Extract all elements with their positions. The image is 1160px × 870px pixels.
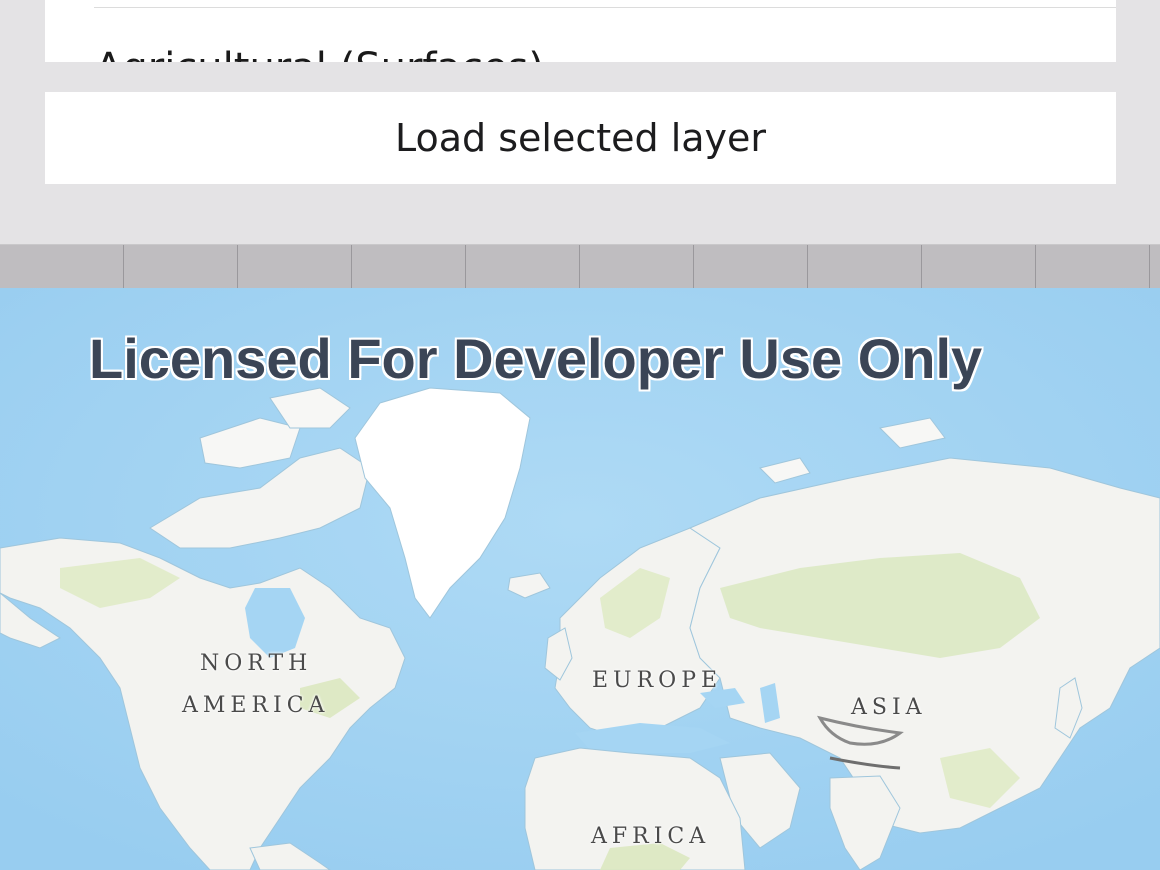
label-north-america-line2: AMERICA [182,693,330,718]
label-asia: ASIA [851,695,927,720]
toolbar-divider [0,244,1160,289]
load-selected-layer-button[interactable]: Load selected layer [45,92,1116,184]
layer-list-item[interactable]: Agricultural (Surfaces) [95,44,544,62]
layer-selection-panel: Agricultural (Surfaces) Load selected la… [0,0,1160,244]
label-africa: AFRICA [591,824,711,849]
developer-license-watermark: Licensed For Developer Use Only [89,327,983,390]
label-europe: EUROPE [592,668,723,693]
label-north-america-line1: NORTH [200,651,313,676]
layer-list[interactable]: Agricultural (Surfaces) [45,0,1116,62]
list-separator [94,7,1116,8]
